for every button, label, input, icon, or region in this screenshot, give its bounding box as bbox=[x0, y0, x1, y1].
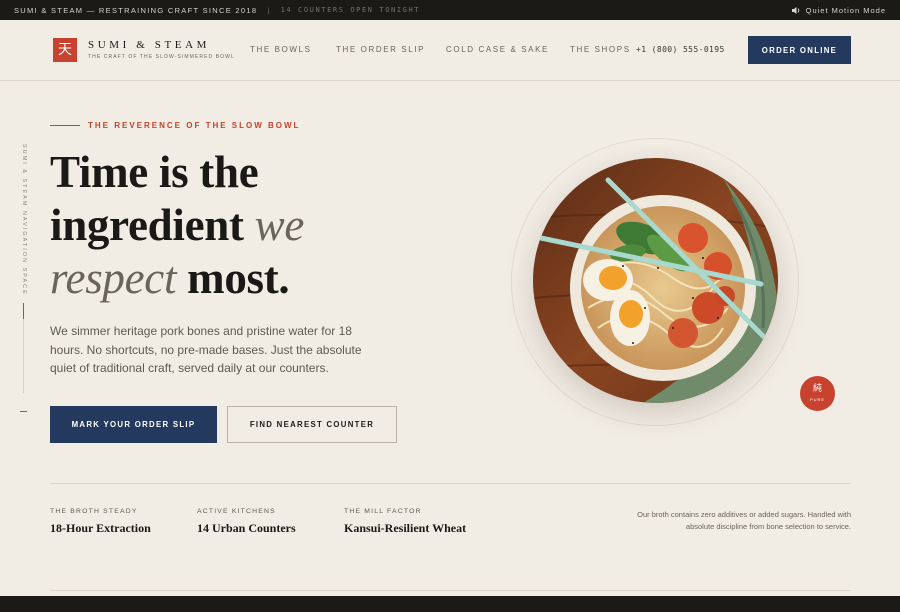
stat-value-broth: 18-Hour Extraction bbox=[50, 521, 151, 535]
stat-label-kitchens: ACTIVE KITCHENS bbox=[197, 508, 276, 515]
brand-subtitle: THE CRAFT OF THE SLOW-SIMMERED BOWL bbox=[88, 54, 235, 60]
eyebrow-rule bbox=[50, 125, 80, 126]
pure-badge-glyph: 純 bbox=[812, 384, 822, 394]
footer-band bbox=[0, 596, 900, 612]
headline-line-3a: respect bbox=[50, 253, 177, 303]
stat-label-mill: THE MILL FACTOR bbox=[344, 508, 422, 515]
order-online-button[interactable]: ORDER ONLINE bbox=[748, 36, 851, 64]
headline-line-3b: most. bbox=[187, 253, 290, 303]
mark-order-slip-button[interactable]: MARK YOUR ORDER SLIP bbox=[50, 406, 217, 443]
hero-headline: Time is the ingredient we respect most. bbox=[50, 146, 470, 305]
brand-name[interactable]: SUMI & STEAM bbox=[88, 39, 210, 51]
hero-eyebrow: THE REVERENCE OF THE SLOW BOWL bbox=[88, 121, 301, 130]
announcement-tagline: SUMI & STEAM — RESTRAINING CRAFT SINCE 2… bbox=[14, 5, 258, 15]
ramen-bowl-image bbox=[533, 158, 778, 403]
speaker-icon bbox=[791, 6, 799, 14]
stat-value-kitchens: 14 Urban Counters bbox=[197, 521, 296, 535]
side-nav-indicator bbox=[23, 303, 24, 319]
stat-label-broth: THE BROTH STEADY bbox=[50, 508, 138, 515]
pure-badge: 純 PURE bbox=[800, 376, 835, 411]
headline-line-2b: we bbox=[254, 200, 305, 250]
stats-divider bbox=[50, 483, 851, 484]
headline-line-1: Time is the bbox=[50, 147, 259, 197]
bottom-divider bbox=[50, 590, 851, 591]
nav-order-slip[interactable]: THE ORDER SLIP bbox=[336, 45, 425, 54]
counters-open-text: 14 COUNTERS OPEN TONIGHT bbox=[280, 6, 421, 14]
site-header: 天 SUMI & STEAM THE CRAFT OF THE SLOW-SIM… bbox=[0, 20, 900, 81]
quiet-motion-label: Quiet Motion Mode bbox=[805, 5, 886, 15]
announcement-divider: | bbox=[267, 5, 271, 15]
find-counter-button[interactable]: FIND NEAREST COUNTER bbox=[227, 406, 397, 443]
logo-mark[interactable]: 天 bbox=[53, 38, 77, 62]
hero-body: We simmer heritage pork bones and pristi… bbox=[50, 324, 362, 375]
nav-cold-case-sake[interactable]: COLD CASE & SAKE bbox=[446, 45, 549, 54]
side-nav-marker[interactable] bbox=[20, 411, 27, 412]
phone-number-link[interactable]: +1 (800) 555-0195 bbox=[636, 45, 725, 54]
nav-the-shops[interactable]: THE SHOPS bbox=[570, 45, 631, 54]
quiet-motion-toggle[interactable]: Quiet Motion Mode bbox=[791, 6, 886, 15]
broth-disclaimer: Our broth contains zero additives or add… bbox=[637, 510, 851, 531]
nav-the-bowls[interactable]: THE BOWLS bbox=[250, 45, 312, 54]
announcement-bar: SUMI & STEAM — RESTRAINING CRAFT SINCE 2… bbox=[0, 0, 900, 20]
side-navigation-label: SUMI & STEAM NAVIGATION SPACE bbox=[21, 144, 27, 296]
pure-badge-word: PURE bbox=[809, 397, 826, 402]
stat-value-mill: Kansui-Resilient Wheat bbox=[344, 521, 467, 535]
headline-line-2a: ingredient bbox=[50, 200, 244, 250]
